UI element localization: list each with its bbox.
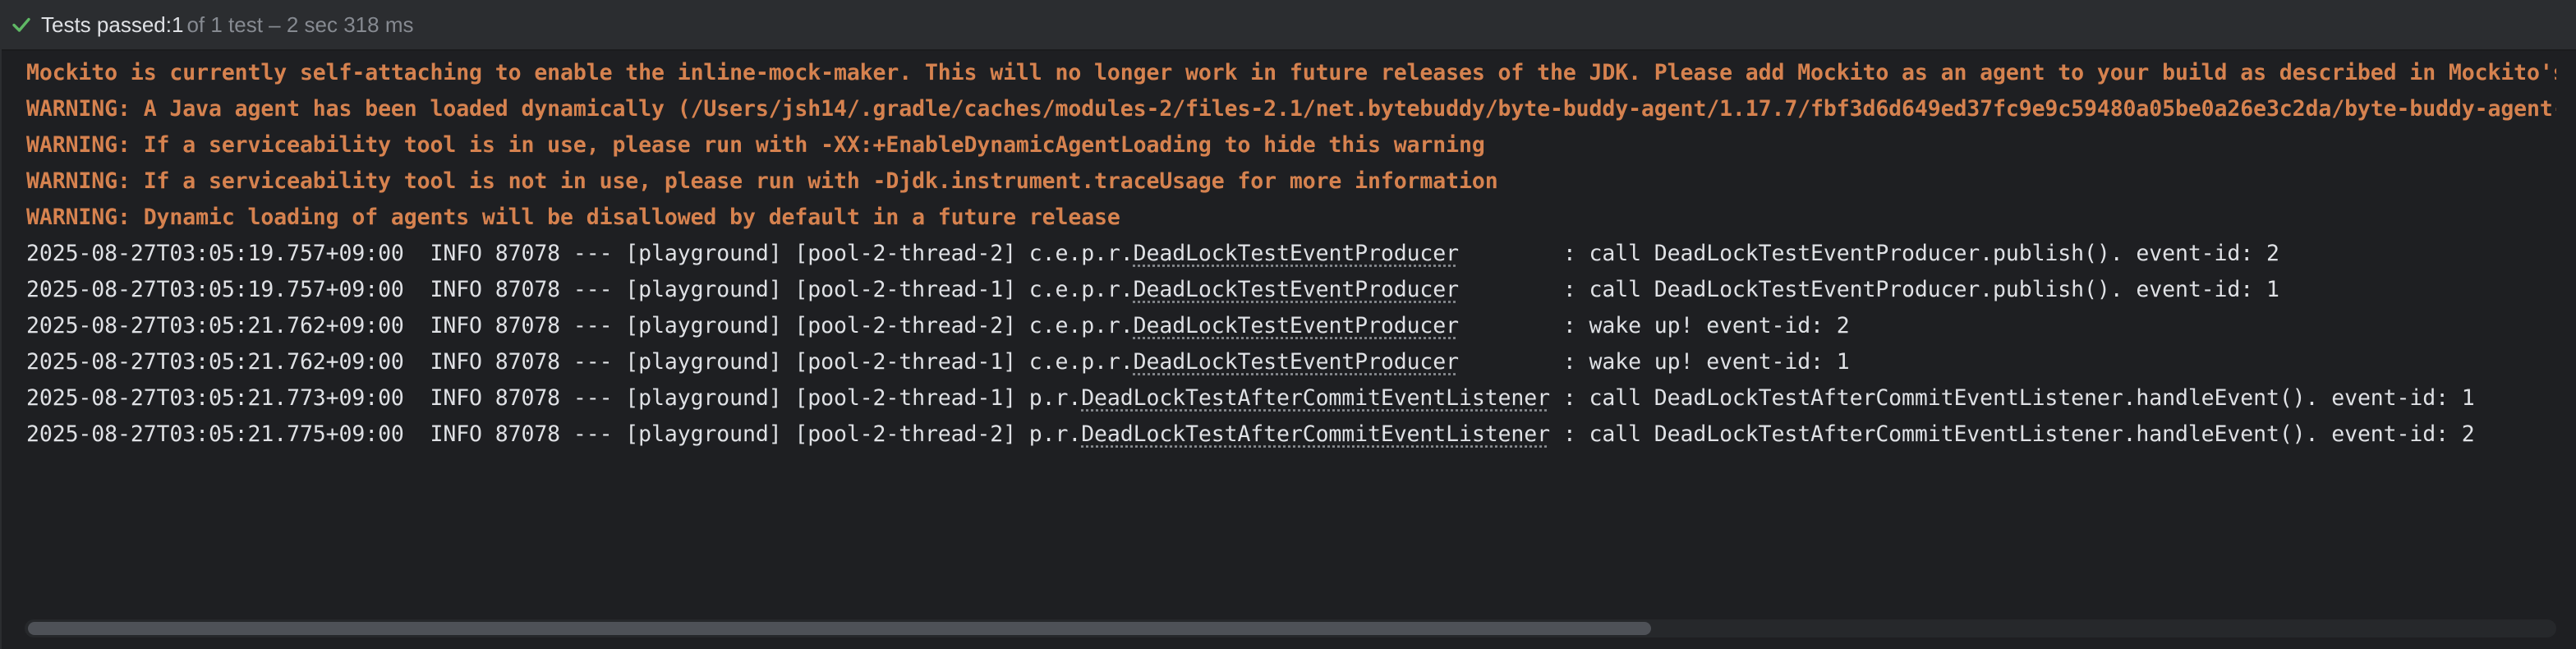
logger-name-link[interactable]: DeadLockTestAfterCommitEventListener	[1081, 421, 1550, 447]
vertical-scrollbar[interactable]	[2556, 51, 2576, 649]
console-log-line: 2025-08-27T03:05:21.773+09:00 INFO 87078…	[26, 384, 2475, 412]
test-run-console-panel: Tests passed: 1 of 1 test – 2 sec 318 ms…	[0, 0, 2576, 649]
log-prefix: 2025-08-27T03:05:21.762+09:00 INFO 87078…	[26, 313, 1134, 338]
console-log-line: 2025-08-27T03:05:19.757+09:00 INFO 87078…	[26, 276, 2279, 304]
console-log-line: 2025-08-27T03:05:21.775+09:00 INFO 87078…	[26, 421, 2475, 449]
logger-name-link[interactable]: DeadLockTestEventProducer	[1134, 277, 1459, 302]
log-message: : call DeadLockTestAfterCommitEventListe…	[1549, 421, 2475, 447]
console-warning-line: WARNING: If a serviceability tool is not…	[26, 168, 1498, 194]
log-prefix: 2025-08-27T03:05:19.757+09:00 INFO 87078…	[26, 241, 1134, 266]
log-message: : call DeadLockTestEventProducer.publish…	[1458, 241, 2279, 266]
log-message: : wake up! event-id: 2	[1458, 313, 1850, 338]
tests-passed-count: 1	[171, 12, 184, 37]
console-log-line: 2025-08-27T03:05:21.762+09:00 INFO 87078…	[26, 348, 1850, 376]
logger-name-link[interactable]: DeadLockTestEventProducer	[1134, 313, 1459, 338]
console-warning-line: Mockito is currently self-attaching to e…	[26, 60, 2556, 85]
log-message: : call DeadLockTestEventProducer.publish…	[1458, 277, 2279, 302]
logger-name-link[interactable]: DeadLockTestAfterCommitEventListener	[1081, 385, 1550, 411]
console-log-line: 2025-08-27T03:05:19.757+09:00 INFO 87078…	[26, 240, 2279, 268]
check-icon	[10, 13, 33, 36]
console-warning-line: WARNING: A Java agent has been loaded dy…	[26, 96, 2556, 122]
console-output[interactable]: Mockito is currently self-attaching to e…	[2, 51, 2556, 616]
log-message: : wake up! event-id: 1	[1458, 349, 1850, 375]
tests-passed-label: Tests passed:	[41, 12, 172, 37]
log-prefix: 2025-08-27T03:05:21.762+09:00 INFO 87078…	[26, 349, 1134, 375]
log-prefix: 2025-08-27T03:05:19.757+09:00 INFO 87078…	[26, 277, 1134, 302]
tests-passed-summary: of 1 test – 2 sec 318 ms	[186, 12, 414, 37]
console-warning-line: WARNING: If a serviceability tool is in …	[26, 132, 1485, 158]
log-prefix: 2025-08-27T03:05:21.773+09:00 INFO 87078…	[26, 385, 1082, 411]
log-prefix: 2025-08-27T03:05:21.775+09:00 INFO 87078…	[26, 421, 1082, 447]
console-log-line: 2025-08-27T03:05:21.762+09:00 INFO 87078…	[26, 312, 1850, 340]
test-status-bar: Tests passed: 1 of 1 test – 2 sec 318 ms	[2, 0, 2576, 51]
logger-name-link[interactable]: DeadLockTestEventProducer	[1134, 241, 1459, 266]
logger-name-link[interactable]: DeadLockTestEventProducer	[1134, 349, 1459, 375]
log-message: : call DeadLockTestAfterCommitEventListe…	[1549, 385, 2475, 411]
horizontal-scrollbar-thumb[interactable]	[28, 622, 1651, 635]
console-warning-line: WARNING: Dynamic loading of agents will …	[26, 205, 1120, 230]
